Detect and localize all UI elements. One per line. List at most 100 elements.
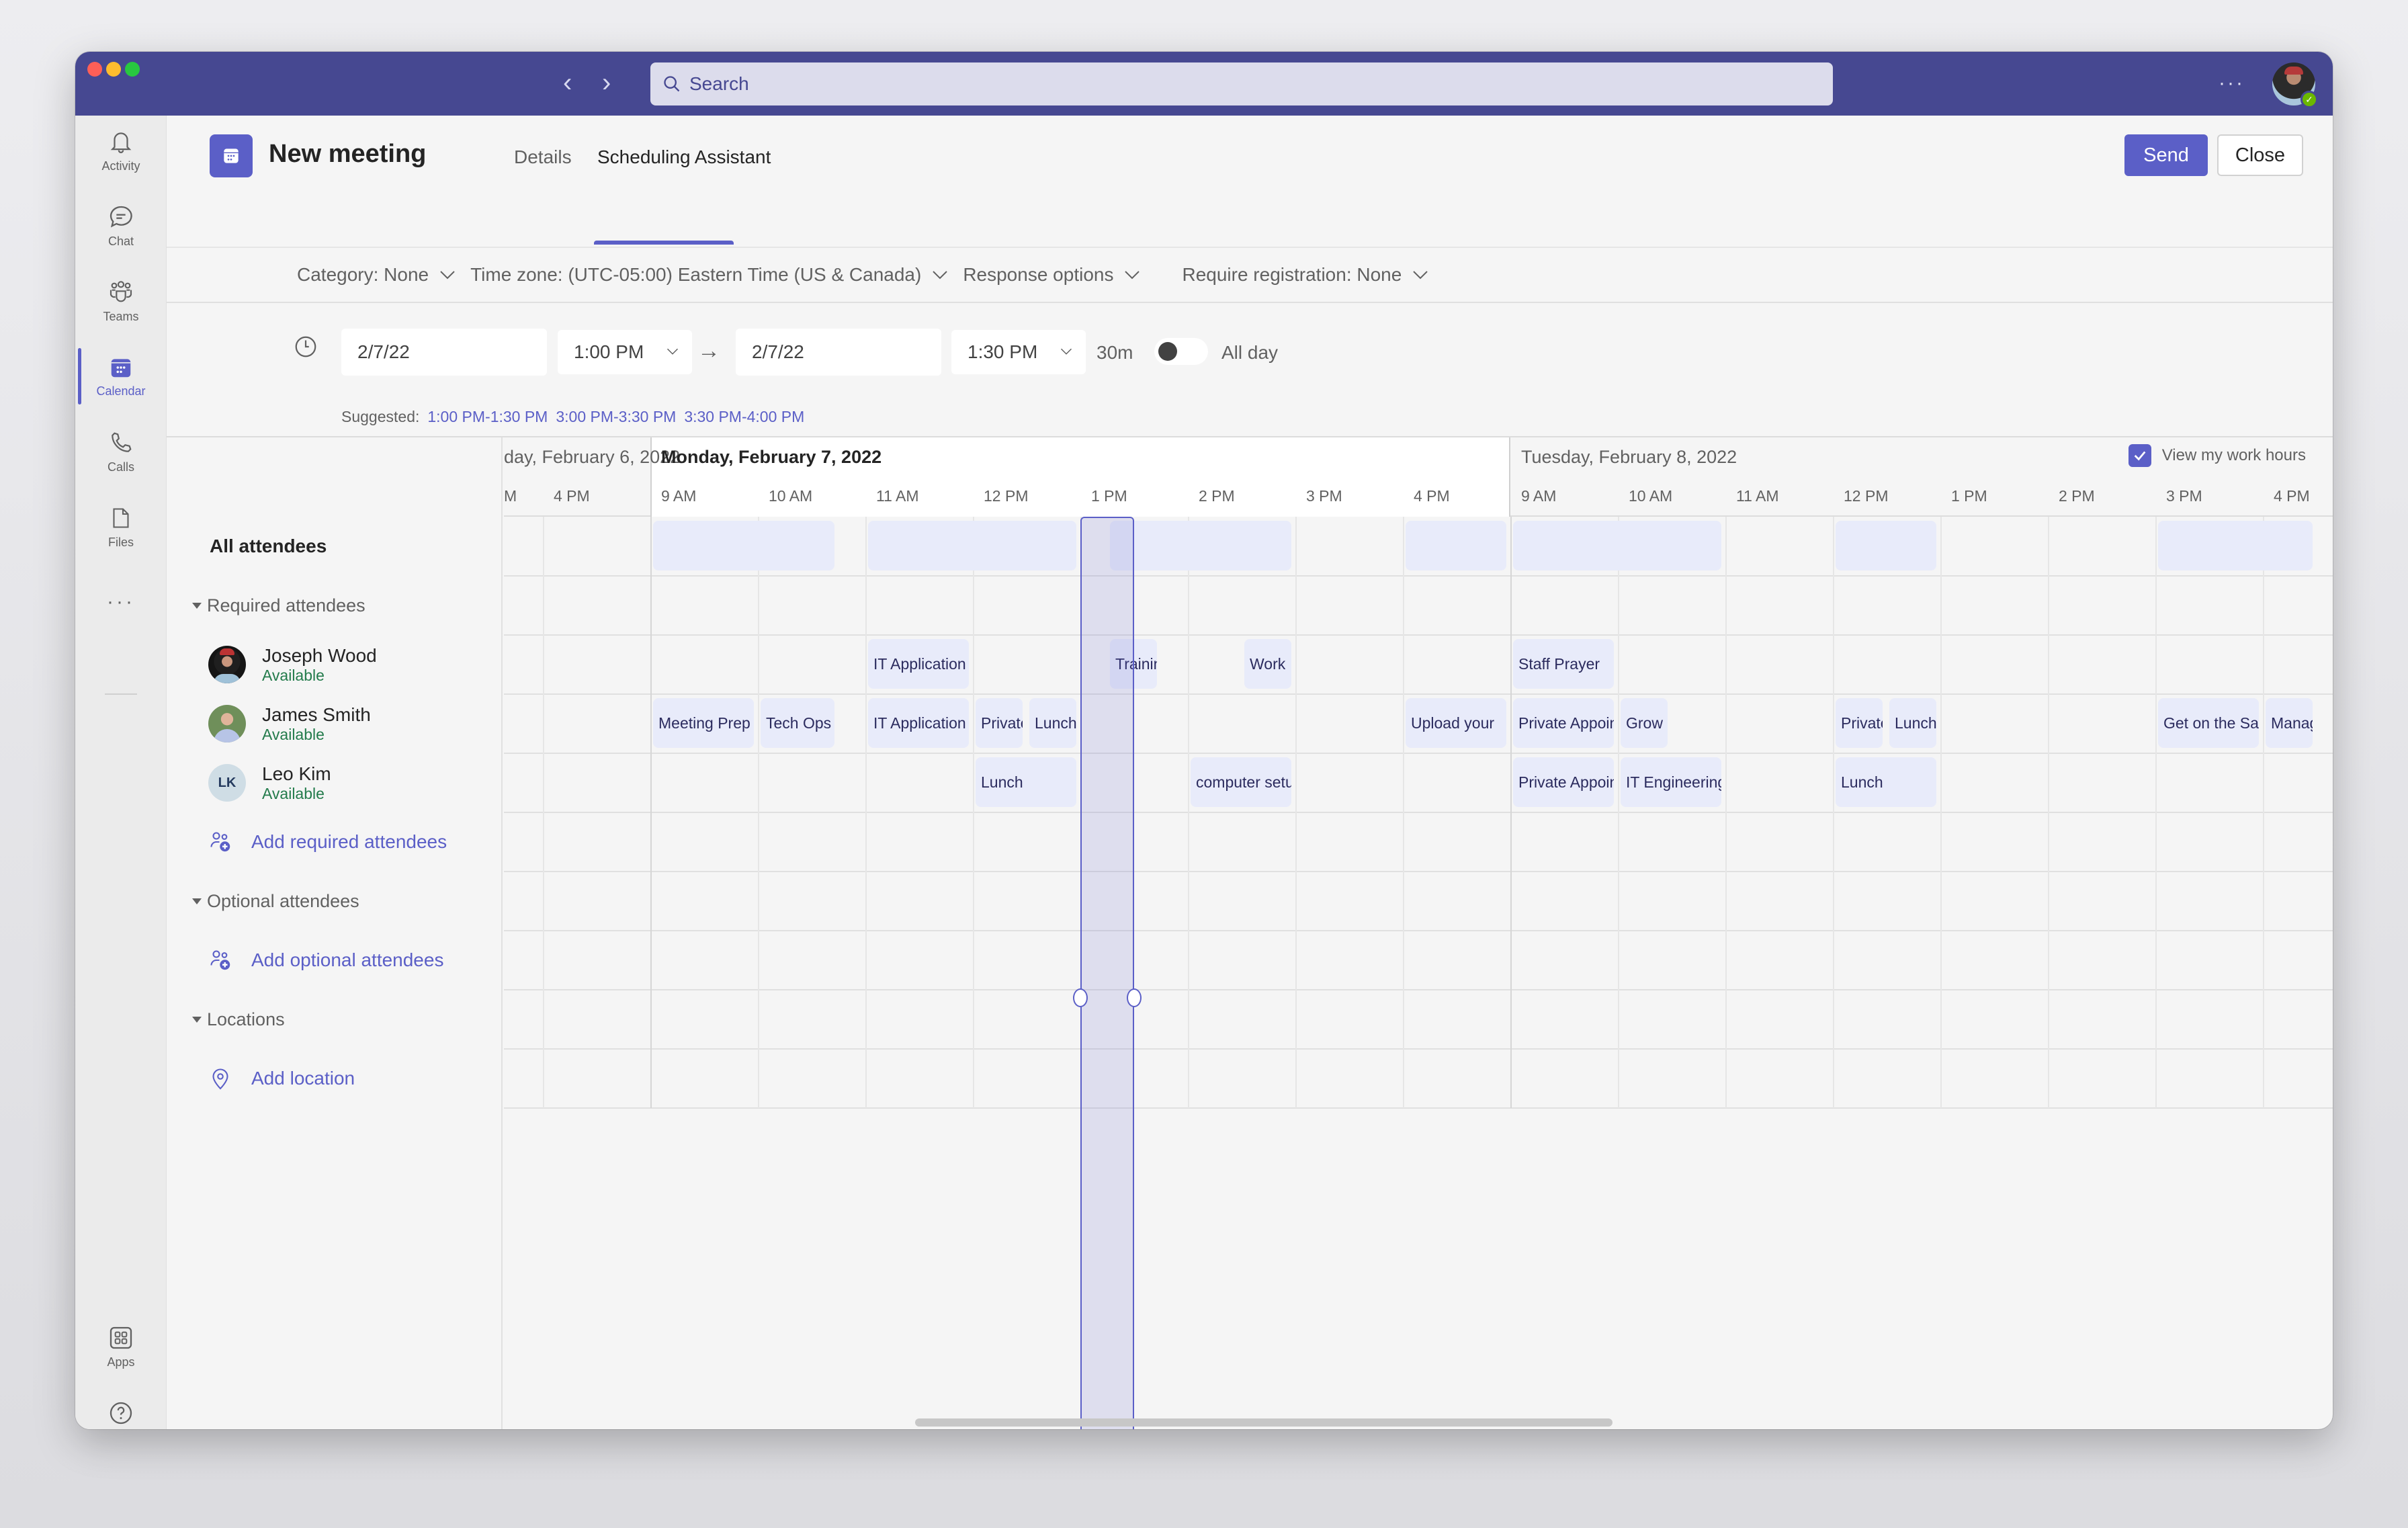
registration-dropdown[interactable]: Require registration: None bbox=[1182, 264, 1428, 286]
calendar-event[interactable]: Private bbox=[976, 698, 1023, 748]
calendar-event[interactable]: Manage bbox=[2266, 698, 2313, 748]
calendar-event[interactable]: Staff Prayer bbox=[1513, 639, 1614, 689]
add-people-icon bbox=[210, 832, 230, 852]
all-attendees-label: All attendees bbox=[210, 536, 327, 556]
attendee-row[interactable]: James Smith Available bbox=[167, 694, 503, 753]
hour-divider bbox=[1940, 517, 1942, 1108]
hour-label: 10 AM bbox=[1629, 487, 1673, 505]
tab-details[interactable]: Details bbox=[514, 146, 572, 168]
calendar-event[interactable]: Tech Ops bbox=[761, 698, 834, 748]
calendar-event[interactable]: Work bbox=[1244, 639, 1291, 689]
calendar-event[interactable]: Private Appointment bbox=[1513, 757, 1614, 807]
calendar-event[interactable]: Get on the Same bbox=[2158, 698, 2259, 748]
minimize-window-button[interactable] bbox=[106, 62, 121, 77]
event-title: Work bbox=[1250, 654, 1286, 673]
more-options-icon[interactable]: ··· bbox=[2219, 72, 2245, 95]
category-dropdown[interactable]: Category: None bbox=[297, 264, 456, 286]
calendar-event[interactable]: Grow bbox=[1621, 698, 1668, 748]
caret-down-icon bbox=[192, 602, 202, 609]
tab-scheduling-assistant[interactable]: Scheduling Assistant bbox=[597, 146, 771, 168]
combined-busy-block[interactable] bbox=[1110, 521, 1291, 570]
event-title: IT Engineering bbox=[1626, 773, 1721, 791]
combined-busy-block[interactable] bbox=[1406, 521, 1506, 570]
rail-item-files[interactable]: Files bbox=[75, 492, 167, 562]
hour-label: M bbox=[504, 487, 517, 505]
combined-busy-block[interactable] bbox=[868, 521, 1076, 570]
calendar-event[interactable]: Private bbox=[1836, 698, 1883, 748]
forward-arrow-icon[interactable]: › bbox=[602, 68, 611, 97]
end-time-select[interactable]: 1:30 PM bbox=[951, 330, 1086, 374]
day-divider bbox=[650, 517, 652, 1108]
hour-divider bbox=[1833, 517, 1834, 1108]
rail-item-activity[interactable]: Activity bbox=[75, 116, 167, 185]
rail-item-teams[interactable]: Teams bbox=[75, 266, 167, 336]
back-arrow-icon[interactable]: ‹ bbox=[563, 68, 572, 97]
resize-handle-start[interactable] bbox=[1073, 988, 1088, 1007]
meeting-time-selection[interactable] bbox=[1073, 517, 1142, 1429]
optional-attendees-header[interactable]: Optional attendees bbox=[167, 872, 503, 931]
send-button[interactable]: Send bbox=[2124, 134, 2208, 176]
response-options-dropdown[interactable]: Response options bbox=[963, 264, 1140, 286]
calendar-event[interactable]: Meeting Prep bbox=[653, 698, 754, 748]
suggested-time-link[interactable]: 3:00 PM-3:30 PM bbox=[556, 408, 676, 426]
calendar-event[interactable]: IT Engineering bbox=[1621, 757, 1721, 807]
all-day-label: All day bbox=[1221, 342, 1279, 363]
calendar-event[interactable]: Private Appointment bbox=[1513, 698, 1614, 748]
calendar-event[interactable]: Lunch bbox=[1889, 698, 1936, 748]
combined-busy-block[interactable] bbox=[653, 521, 834, 570]
start-date-input[interactable]: 2/7/22 bbox=[341, 329, 547, 376]
search-input[interactable]: Search bbox=[650, 62, 1833, 105]
calendar-event[interactable]: Lunch bbox=[1029, 698, 1076, 748]
suggested-label: Suggested: bbox=[341, 408, 420, 425]
hour-divider bbox=[2048, 517, 2049, 1108]
row-divider bbox=[504, 693, 2333, 695]
maximize-window-button[interactable] bbox=[125, 62, 140, 77]
hour-label: 11 AM bbox=[876, 487, 919, 505]
required-attendees-header[interactable]: Required attendees bbox=[167, 576, 503, 635]
row-divider bbox=[504, 1048, 2333, 1050]
rail-item-more[interactable]: ··· bbox=[75, 567, 167, 637]
rail-item-calls[interactable]: Calls bbox=[75, 417, 167, 486]
calendar-event[interactable]: IT Application bbox=[868, 639, 969, 689]
profile-avatar[interactable]: ✓ bbox=[2272, 62, 2318, 108]
close-window-button[interactable] bbox=[87, 62, 102, 77]
rail-item-help[interactable]: Help bbox=[75, 1387, 167, 1429]
rail-item-calendar[interactable]: Calendar bbox=[75, 341, 167, 411]
add-location-link[interactable]: Add location bbox=[167, 1049, 503, 1108]
apps-icon bbox=[110, 1326, 132, 1349]
add-optional-attendees-link[interactable]: Add optional attendees bbox=[167, 931, 503, 990]
calendar-event[interactable]: Lunch bbox=[1836, 757, 1936, 807]
start-time-value: 1:00 PM bbox=[574, 341, 644, 362]
rail-item-apps[interactable]: Apps bbox=[75, 1312, 167, 1382]
hour-label: 10 AM bbox=[769, 487, 813, 505]
attendee-row[interactable]: LK Leo Kim Available bbox=[167, 753, 503, 812]
combined-busy-block[interactable] bbox=[2158, 521, 2313, 570]
search-icon bbox=[664, 76, 680, 92]
end-date-input[interactable]: 2/7/22 bbox=[736, 329, 941, 376]
suggested-time-link[interactable]: 3:30 PM-4:00 PM bbox=[684, 408, 804, 426]
rail-item-chat[interactable]: Chat bbox=[75, 191, 167, 261]
calendar-event[interactable]: computer setup bbox=[1191, 757, 1291, 807]
resize-handle-end[interactable] bbox=[1127, 988, 1142, 1007]
event-title: Private bbox=[1841, 714, 1883, 732]
hour-label: 4 PM bbox=[1414, 487, 1450, 505]
horizontal-scrollbar[interactable] bbox=[915, 1418, 1612, 1427]
locations-header[interactable]: Locations bbox=[167, 990, 503, 1049]
all-day-toggle[interactable] bbox=[1154, 338, 1208, 365]
combined-busy-block[interactable] bbox=[1513, 521, 1721, 570]
calendar-event[interactable]: Lunch bbox=[976, 757, 1076, 807]
calendar-event[interactable]: Upload your bbox=[1406, 698, 1506, 748]
group-label: Required attendees bbox=[207, 595, 366, 616]
add-required-attendees-link[interactable]: Add required attendees bbox=[167, 812, 503, 872]
combined-busy-block[interactable] bbox=[1836, 521, 1936, 570]
row-divider bbox=[504, 1107, 2333, 1109]
timezone-dropdown[interactable]: Time zone: (UTC-05:00) Eastern Time (US … bbox=[470, 264, 948, 286]
start-time-select[interactable]: 1:00 PM bbox=[558, 330, 692, 374]
main-content: New meeting Details Scheduling Assistant… bbox=[167, 116, 2333, 1429]
timeline-grid[interactable]: day, February 6, 2022 Monday, February 7,… bbox=[504, 437, 2333, 1429]
calendar-event[interactable]: IT Application bbox=[868, 698, 969, 748]
attendee-row[interactable]: Joseph Wood Available bbox=[167, 635, 503, 694]
close-button[interactable]: Close bbox=[2217, 134, 2303, 176]
avatar: LK bbox=[208, 764, 246, 802]
suggested-time-link[interactable]: 1:00 PM-1:30 PM bbox=[427, 408, 548, 426]
